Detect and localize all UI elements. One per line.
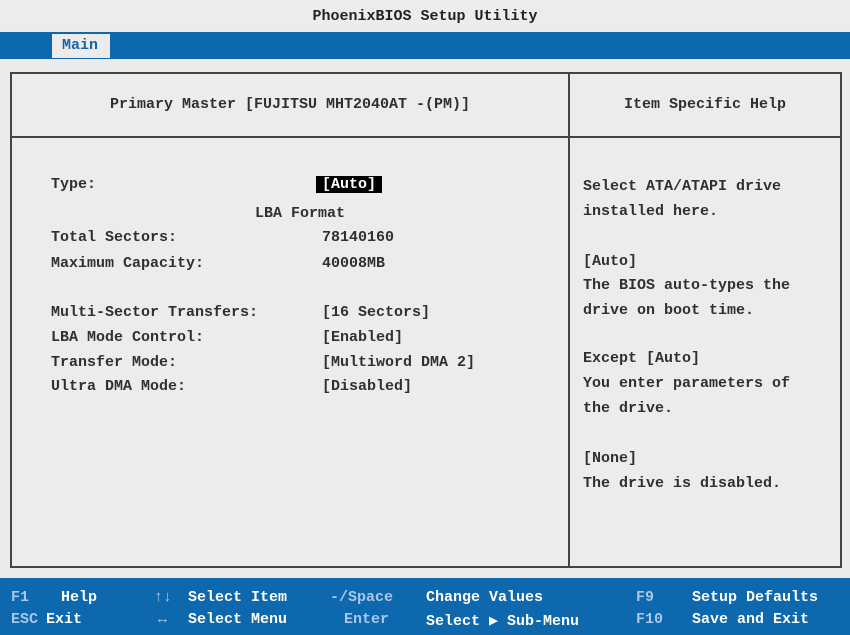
help-line: You enter parameters of — [583, 375, 791, 392]
panel-divider-vertical — [568, 74, 570, 566]
up-down-arrows-icon: ↑↓ — [154, 589, 173, 606]
total-sectors-value: 78140160 — [322, 229, 395, 246]
multi-sector-value[interactable]: [16 Sectors] — [322, 304, 430, 321]
multi-sector-label: Multi-Sector Transfers: — [51, 304, 259, 321]
lba-mode-value[interactable]: [Enabled] — [322, 329, 403, 346]
footer-keybar: F1 Help ↑↓ Select Item -/Space Change Va… — [0, 578, 850, 635]
f1-key[interactable]: F1 — [11, 589, 29, 606]
setup-defaults-desc: Setup Defaults — [692, 589, 819, 606]
max-capacity-label: Maximum Capacity: — [51, 255, 205, 272]
select-item-desc: Select Item — [188, 589, 288, 606]
help-header: Item Specific Help — [623, 96, 787, 113]
tab-main[interactable]: Main — [52, 34, 110, 58]
help-line: the drive. — [583, 400, 674, 417]
help-line: installed here. — [583, 203, 719, 220]
total-sectors-label: Total Sectors: — [51, 229, 178, 246]
bios-screen: PhoenixBIOS Setup Utility Main Primary M… — [0, 0, 850, 635]
save-and-exit-desc: Save and Exit — [692, 611, 810, 628]
udma-label: Ultra DMA Mode: — [51, 378, 187, 395]
help-line: The BIOS auto-types the — [583, 277, 791, 294]
enter-key[interactable]: Enter — [344, 611, 389, 628]
select-menu-desc: Select Menu — [188, 611, 288, 628]
change-values-desc: Change Values — [426, 589, 544, 606]
help-line: Select ATA/ATAPI drive — [583, 178, 782, 195]
f9-key[interactable]: F9 — [636, 589, 654, 606]
transfer-mode-value[interactable]: [Multiword DMA 2] — [322, 354, 475, 371]
exit-desc: Exit — [46, 611, 83, 628]
help-line: [None] — [583, 450, 638, 467]
panel-divider-horizontal — [12, 136, 840, 138]
help-line: drive on boot time. — [583, 302, 755, 319]
f10-key[interactable]: F10 — [636, 611, 663, 628]
transfer-mode-label: Transfer Mode: — [51, 354, 178, 371]
udma-value[interactable]: [Disabled] — [322, 378, 412, 395]
minus-space-key[interactable]: -/Space — [330, 589, 393, 606]
esc-key[interactable]: ESC — [11, 611, 38, 628]
menu-bar: Main — [0, 32, 850, 59]
help-line: The drive is disabled. — [583, 475, 782, 492]
sub-menu-desc: Select ▶ Sub-Menu — [426, 613, 580, 630]
type-value[interactable]: [Auto] — [316, 176, 383, 193]
help-line: Except [Auto] — [583, 350, 701, 367]
lba-mode-label: LBA Mode Control: — [51, 329, 205, 346]
lba-format-label: LBA Format — [255, 205, 346, 222]
app-title: PhoenixBIOS Setup Utility — [0, 0, 850, 30]
left-right-arrows-icon: ↔ — [158, 611, 168, 628]
type-label: Type: — [51, 176, 97, 193]
drive-header: Primary Master [FUJITSU MHT2040AT -(PM)] — [109, 96, 471, 113]
help-line: [Auto] — [583, 253, 638, 270]
f1-desc: Help — [61, 589, 98, 606]
max-capacity-value: 40008MB — [322, 255, 386, 272]
